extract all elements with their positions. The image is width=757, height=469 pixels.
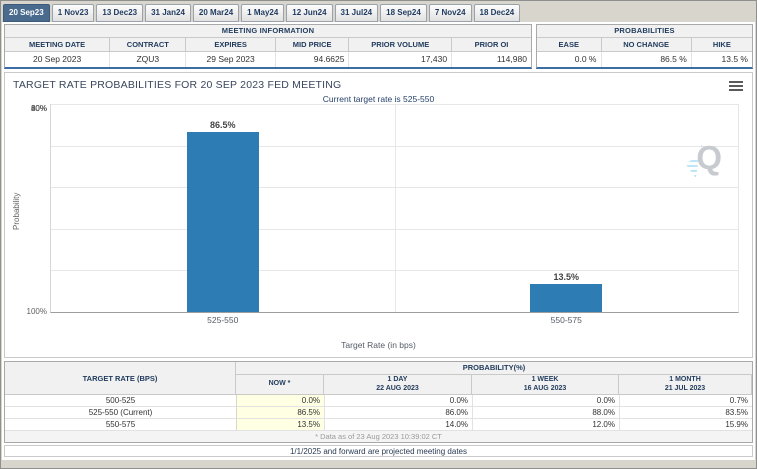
- y-tick: 0%: [9, 104, 47, 113]
- now-prob-cell: 86.5%: [236, 407, 324, 419]
- target-rate-bps-header: TARGET RATE (BPS): [5, 362, 236, 395]
- chart-title: TARGET RATE PROBABILITIES FOR 20 SEP 202…: [13, 79, 341, 91]
- week-prob-cell: 12.0%: [472, 419, 619, 431]
- target-rate-cell: 525-550 (Current): [5, 407, 236, 419]
- prior-volume-header: PRIOR VOLUME: [349, 38, 452, 51]
- tab-18sep24[interactable]: 18 Sep24: [380, 4, 427, 22]
- month-prob-cell: 0.7%: [619, 395, 752, 407]
- tab-18dec24[interactable]: 18 Dec24: [474, 4, 521, 22]
- hamburger-menu-icon[interactable]: [729, 81, 743, 93]
- probability-bar-525-550[interactable]: [187, 132, 259, 312]
- tab-31jan24[interactable]: 31 Jan24: [145, 4, 191, 22]
- now-column-header: NOW *: [236, 375, 324, 395]
- main-content: MEETING INFORMATION MEETING DATE CONTRAC…: [2, 22, 755, 460]
- meeting-date-header: MEETING DATE: [5, 38, 110, 51]
- probabilities-title: PROBABILITIES: [537, 25, 752, 38]
- ease-value: 0.0 %: [537, 52, 602, 67]
- plot-area: 100% 80% 60% 40% 20% 0% 86.5% 13.5% 525-…: [50, 104, 739, 313]
- meeting-tab-bar: 20 Sep23 1 Nov23 13 Dec23 31 Jan24 20 Ma…: [1, 1, 756, 22]
- probabilities-headers: EASE NO CHANGE HIKE: [537, 38, 752, 52]
- y-axis-title: Probability: [12, 193, 21, 230]
- watermark-q-letter: Q: [696, 138, 722, 178]
- bar-value-label: 86.5%: [210, 120, 236, 130]
- no-change-header: NO CHANGE: [602, 38, 692, 51]
- now-prob-cell: 0.0%: [236, 395, 324, 407]
- probability-bar-550-575[interactable]: [530, 284, 602, 312]
- target-rate-chart: TARGET RATE PROBABILITIES FOR 20 SEP 202…: [4, 72, 753, 358]
- expires-header: EXPIRES: [186, 38, 275, 51]
- probability-history-table: TARGET RATE (BPS) PROBABILITY(%) NOW * 1…: [4, 361, 753, 443]
- bar-slot-525-550: 86.5%: [51, 104, 395, 312]
- contract-header: CONTRACT: [110, 38, 186, 51]
- chart-subtitle: Current target rate is 525-550: [5, 94, 752, 104]
- data-as-of-footnote: * Data as of 23 Aug 2023 10:39:02 CT: [5, 431, 752, 442]
- info-row: MEETING INFORMATION MEETING DATE CONTRAC…: [4, 24, 753, 69]
- one-day-column-header: 1 DAY22 AUG 2023: [324, 375, 472, 395]
- hike-header: HIKE: [692, 38, 752, 51]
- projected-dates-note: 1/1/2025 and forward are projected meeti…: [4, 445, 753, 457]
- meeting-information-panel: MEETING INFORMATION MEETING DATE CONTRAC…: [4, 24, 532, 69]
- day-prob-cell: 0.0%: [324, 395, 472, 407]
- prior-volume-value: 17,430: [349, 52, 452, 67]
- tab-31jul24[interactable]: 31 Jul24: [335, 4, 379, 22]
- y-tick: 100%: [9, 307, 47, 316]
- target-rate-cell: 550-575: [5, 419, 236, 431]
- tab-7nov24[interactable]: 7 Nov24: [429, 4, 472, 22]
- week-prob-cell: 88.0%: [472, 407, 619, 419]
- probabilities-panel: PROBABILITIES EASE NO CHANGE HIKE 0.0 % …: [536, 24, 753, 69]
- target-rate-cell: 500-525: [5, 395, 236, 407]
- bar-slot-550-575: 13.5%: [395, 104, 739, 312]
- month-prob-cell: 15.9%: [619, 419, 752, 431]
- tab-20sep23[interactable]: 20 Sep23: [3, 4, 50, 22]
- now-prob-cell: 13.5%: [236, 419, 324, 431]
- week-prob-cell: 0.0%: [472, 395, 619, 407]
- meeting-info-headers: MEETING DATE CONTRACT EXPIRES MID PRICE …: [5, 38, 531, 52]
- bar-value-label: 13.5%: [553, 272, 579, 282]
- prior-oi-header: PRIOR OI: [452, 38, 531, 51]
- tab-1nov23[interactable]: 1 Nov23: [52, 4, 95, 22]
- tab-20mar24[interactable]: 20 Mar24: [193, 4, 239, 22]
- tab-12jun24[interactable]: 12 Jun24: [286, 4, 332, 22]
- ease-header: EASE: [537, 38, 602, 51]
- tab-1may24[interactable]: 1 May24: [241, 4, 284, 22]
- contract-value: ZQU3: [110, 52, 186, 67]
- x-axis-title: Target Rate (in bps): [5, 340, 752, 350]
- mid-price-header: MID PRICE: [276, 38, 350, 51]
- day-prob-cell: 14.0%: [324, 419, 472, 431]
- meeting-info-values: 20 Sep 2023 ZQU3 29 Sep 2023 94.6625 17,…: [5, 52, 531, 67]
- no-change-value: 86.5 %: [602, 52, 692, 67]
- prior-oi-value: 114,980: [452, 52, 531, 67]
- quikstrike-watermark-logo: Q: [674, 138, 722, 180]
- expires-value: 29 Sep 2023: [186, 52, 275, 67]
- hike-value: 13.5 %: [692, 52, 752, 67]
- one-month-column-header: 1 MONTH21 JUL 2023: [619, 375, 752, 395]
- meeting-date-value: 20 Sep 2023: [5, 52, 110, 67]
- meeting-information-title: MEETING INFORMATION: [5, 25, 531, 38]
- fedwatch-page: 20 Sep23 1 Nov23 13 Dec23 31 Jan24 20 Ma…: [0, 0, 757, 469]
- month-prob-cell: 83.5%: [619, 407, 752, 419]
- one-week-column-header: 1 WEEK16 AUG 2023: [472, 375, 619, 395]
- tab-13dec23[interactable]: 13 Dec23: [96, 4, 143, 22]
- x-category-label: 525-550: [51, 315, 395, 325]
- probability-group-header: PROBABILITY(%): [236, 362, 752, 375]
- day-prob-cell: 86.0%: [324, 407, 472, 419]
- x-category-label: 550-575: [395, 315, 739, 325]
- probabilities-values: 0.0 % 86.5 % 13.5 %: [537, 52, 752, 67]
- mid-price-value: 94.6625: [276, 52, 350, 67]
